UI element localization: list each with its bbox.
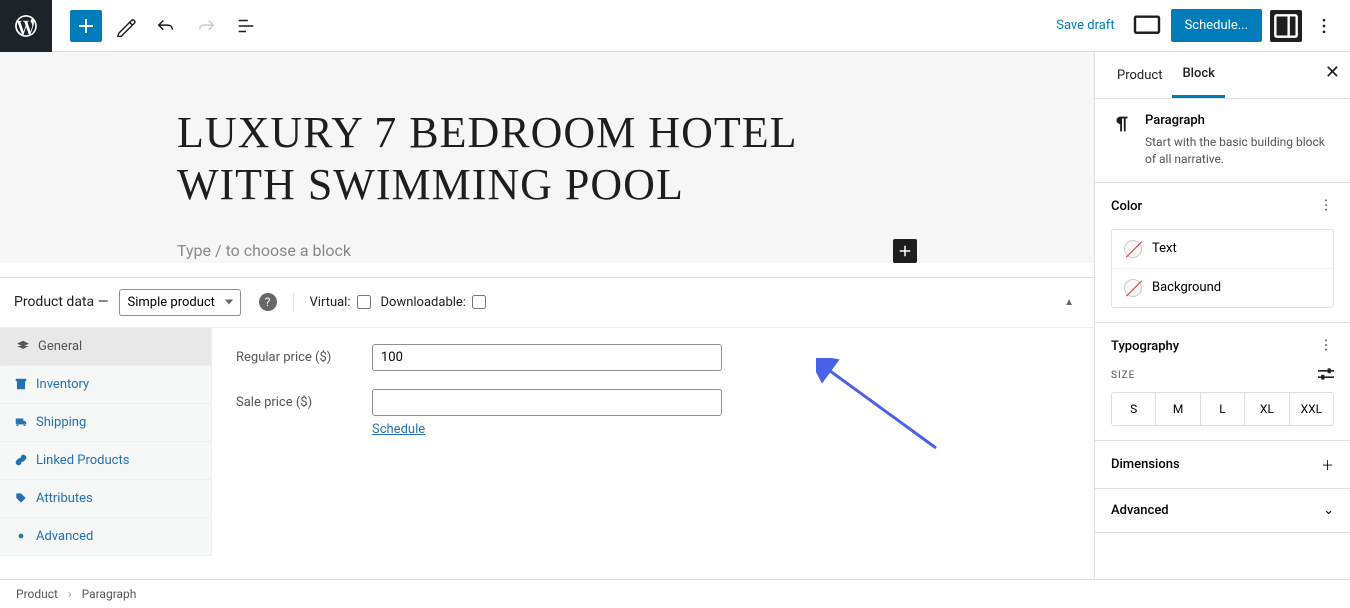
add-block-button[interactable] (893, 239, 917, 263)
color-panel-title: Color (1111, 199, 1142, 214)
virtual-checkbox[interactable]: Virtual: (310, 295, 371, 310)
tab-shipping[interactable]: Shipping (0, 404, 211, 442)
sale-price-input[interactable] (372, 389, 722, 416)
size-l[interactable]: L (1201, 393, 1245, 425)
font-size-group: S M L XL XXL (1111, 392, 1334, 426)
settings-sidebar-toggle[interactable] (1270, 10, 1302, 42)
breadcrumb-root[interactable]: Product (16, 587, 58, 601)
size-xxl[interactable]: XXL (1290, 393, 1333, 425)
close-sidebar-icon[interactable]: ✕ (1325, 62, 1340, 83)
product-type-select[interactable]: Simple product (119, 289, 241, 316)
background-color-button[interactable]: Background (1112, 269, 1333, 307)
block-type-desc: Start with the basic building block of a… (1145, 134, 1334, 168)
chevron-down-icon: ⌄ (1323, 503, 1334, 518)
size-label: SIZE (1111, 370, 1135, 381)
tab-attributes[interactable]: Attributes (0, 480, 211, 518)
breadcrumb: Product › Paragraph (0, 579, 1350, 608)
wordpress-logo[interactable] (0, 0, 52, 52)
typography-options-icon[interactable] (1318, 337, 1334, 357)
paragraph-placeholder[interactable]: Type / to choose a block (177, 241, 351, 260)
paragraph-icon (1111, 113, 1133, 135)
help-icon[interactable]: ? (259, 293, 277, 311)
undo-icon[interactable] (150, 10, 182, 42)
redo-icon (190, 10, 222, 42)
typography-panel-title: Typography (1111, 339, 1179, 354)
toggle-block-inserter-button[interactable] (70, 10, 102, 42)
save-draft-button[interactable]: Save draft (1048, 10, 1122, 41)
sidebar-tab-block[interactable]: Block (1172, 52, 1224, 98)
color-options-icon[interactable] (1318, 197, 1334, 217)
tab-advanced[interactable]: Advanced (0, 518, 211, 556)
plus-icon: ＋ (1321, 455, 1334, 474)
regular-price-input[interactable] (372, 344, 722, 371)
swatch-icon (1124, 240, 1142, 258)
downloadable-checkbox[interactable]: Downloadable: (381, 295, 486, 310)
block-type-title: Paragraph (1145, 113, 1334, 128)
tab-linked-products[interactable]: Linked Products (0, 442, 211, 480)
breadcrumb-leaf[interactable]: Paragraph (82, 587, 137, 601)
tab-general[interactable]: General (0, 328, 211, 366)
chevron-right-icon: › (68, 587, 72, 601)
regular-price-label: Regular price ($) (236, 350, 372, 365)
tools-icon[interactable] (110, 10, 142, 42)
schedule-sale-link[interactable]: Schedule (372, 422, 1070, 437)
size-xl[interactable]: XL (1245, 393, 1289, 425)
post-title[interactable]: LUXURY 7 BEDROOM HOTEL WITH SWIMMING POO… (177, 107, 917, 211)
swatch-icon (1124, 279, 1142, 297)
size-s[interactable]: S (1112, 393, 1156, 425)
sidebar-tab-product[interactable]: Product (1107, 54, 1172, 97)
document-overview-icon[interactable] (230, 10, 262, 42)
collapse-caret-icon[interactable]: ▲ (1064, 297, 1074, 308)
size-custom-icon[interactable] (1318, 367, 1334, 384)
text-color-button[interactable]: Text (1112, 230, 1333, 269)
schedule-button[interactable]: Schedule... (1171, 9, 1262, 42)
advanced-panel[interactable]: Advanced ⌄ (1095, 489, 1350, 533)
tab-inventory[interactable]: Inventory (0, 366, 211, 404)
sale-price-label: Sale price ($) (236, 395, 372, 410)
product-data-label: Product data — (14, 294, 109, 310)
preview-icon[interactable] (1131, 10, 1163, 42)
options-menu-icon[interactable] (1310, 10, 1338, 42)
dimensions-panel[interactable]: Dimensions ＋ (1095, 441, 1350, 489)
size-m[interactable]: M (1156, 393, 1200, 425)
